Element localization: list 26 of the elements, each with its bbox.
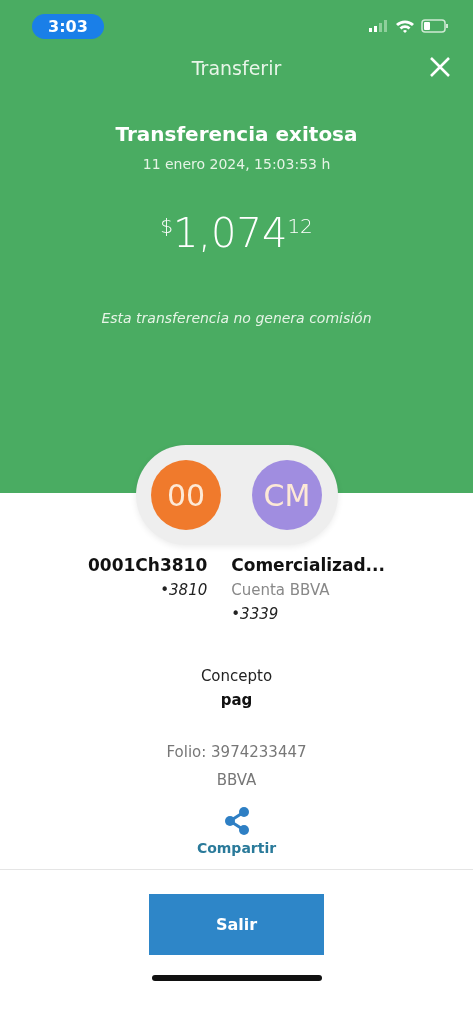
account-number: •3810 — [160, 581, 208, 599]
status-time: 3:03 — [32, 13, 104, 39]
folio-number: Folio: 3974233447 — [166, 743, 307, 761]
share-icon[interactable] — [223, 807, 250, 835]
screen-title: Transferir — [191, 57, 282, 79]
account-number: •3339 — [231, 605, 280, 623]
signal-icon — [369, 20, 389, 32]
wifi-icon — [395, 19, 415, 33]
close-icon[interactable] — [429, 56, 451, 78]
concept-value: pag — [220, 691, 253, 709]
amount-integer: 1,074 — [172, 210, 288, 256]
commission-note: Esta transferencia no genera comisión — [101, 310, 372, 326]
battery-icon — [421, 19, 449, 33]
success-heading: Transferencia exitosa — [115, 122, 358, 146]
transfer-date: 11 enero 2024, 15:03:53 h — [142, 156, 331, 172]
share-link[interactable]: Compartir — [190, 839, 283, 857]
account-name: 0001Ch3810 — [88, 555, 208, 575]
exit-button[interactable]: Salir — [149, 894, 324, 955]
account-bank: Cuenta BBVA — [231, 581, 331, 599]
avatar: CM — [252, 460, 322, 530]
currency-symbol: $ — [160, 214, 173, 238]
bank-name: BBVA — [216, 771, 257, 789]
concept-label: Concepto — [200, 667, 273, 685]
avatar: 00 — [151, 460, 221, 530]
account-name: Comercializad... — [231, 555, 385, 575]
amount-cents: 12 — [287, 214, 313, 238]
